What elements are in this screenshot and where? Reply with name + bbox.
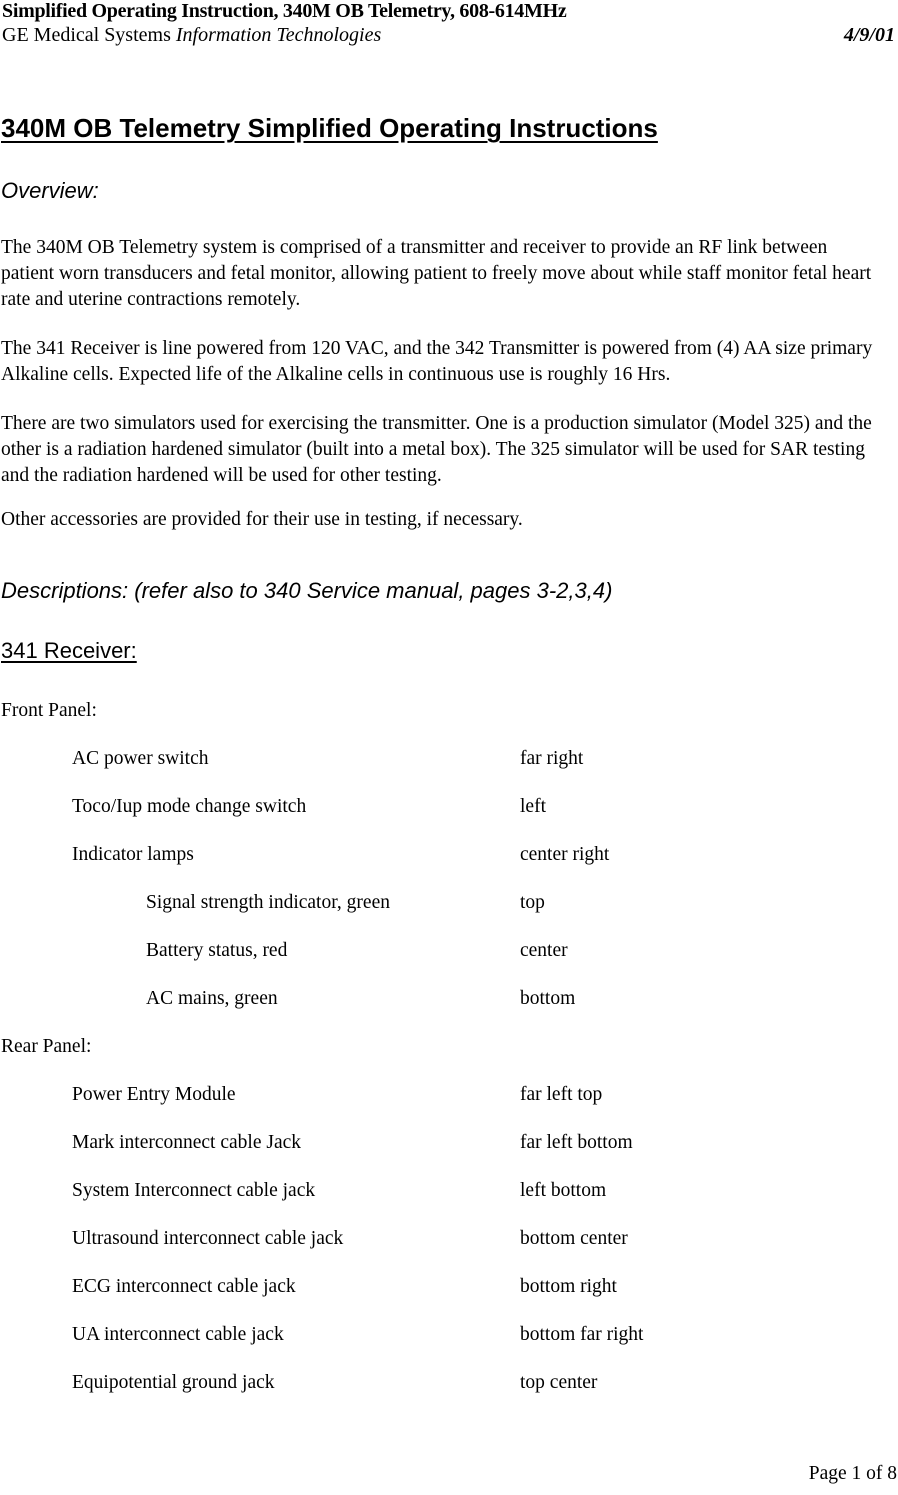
table-row: System Interconnect cable jack left bott…: [0, 1179, 898, 1203]
document-header: Simplified Operating Instruction, 340M O…: [0, 0, 898, 48]
spec-value: top center: [520, 1372, 598, 1393]
header-subtitle-line: GE Medical Systems Information Technolog…: [2, 23, 896, 48]
spec-name: System Interconnect cable jack: [72, 1180, 316, 1201]
page-number-footer: Page 1 of 8: [808, 1463, 897, 1484]
document-page: Simplified Operating Instruction, 340M O…: [0, 0, 898, 1495]
spec-value: bottom right: [520, 1276, 617, 1297]
overview-paragraph-4: Other accessories are provided for their…: [1, 508, 523, 530]
spec-name: AC power switch: [72, 748, 209, 769]
table-row: Toco/Iup mode change switch left: [0, 795, 898, 819]
table-row: UA interconnect cable jack bottom far ri…: [0, 1323, 898, 1347]
spec-name: Mark interconnect cable Jack: [72, 1132, 302, 1153]
spec-name: Toco/Iup mode change switch: [72, 796, 307, 817]
spec-value: bottom: [520, 988, 576, 1009]
spec-name: AC mains, green: [146, 988, 278, 1009]
table-row: Equipotential ground jack top center: [0, 1371, 898, 1395]
spec-name: Ultrasound interconnect cable jack: [72, 1228, 344, 1249]
header-title-line: Simplified Operating Instruction, 340M O…: [2, 0, 567, 22]
header-date: 4/9/01: [843, 24, 895, 46]
spec-value: center right: [520, 844, 610, 865]
header-organization-italic: Information Technologies: [175, 24, 382, 46]
header-organization: GE Medical Systems Information Technolog…: [2, 23, 381, 48]
overview-paragraph-2: The 341 Receiver is line powered from 12…: [1, 337, 873, 385]
spec-name: Equipotential ground jack: [72, 1372, 275, 1393]
spec-value: bottom far right: [520, 1324, 644, 1345]
spec-value: center: [520, 940, 568, 961]
section-heading-overview: Overview:: [1, 178, 99, 203]
table-row: AC mains, green bottom: [0, 987, 898, 1011]
spec-value: far right: [520, 748, 584, 769]
spec-value: top: [520, 892, 545, 913]
overview-paragraph-1: The 340M OB Telemetry system is comprise…: [1, 236, 872, 310]
section-heading-descriptions: Descriptions: (refer also to 340 Service…: [1, 578, 613, 603]
table-row: Battery status, red center: [0, 939, 898, 963]
table-row: Signal strength indicator, green top: [0, 891, 898, 915]
spec-name: UA interconnect cable jack: [72, 1324, 284, 1345]
rear-panel-label: Rear Panel:: [1, 1036, 92, 1057]
spec-value: bottom center: [520, 1228, 628, 1249]
spec-name: Battery status, red: [146, 940, 288, 961]
table-row: Power Entry Module far left top: [0, 1083, 898, 1107]
table-row: Mark interconnect cable Jack far left bo…: [0, 1131, 898, 1155]
section-heading-341-receiver: 341 Receiver:: [1, 638, 137, 663]
spec-value: left bottom: [520, 1180, 607, 1201]
spec-name: Signal strength indicator, green: [146, 892, 390, 913]
spec-name: Power Entry Module: [72, 1084, 236, 1105]
table-row: Ultrasound interconnect cable jack botto…: [0, 1227, 898, 1251]
header-organization-plain: GE Medical Systems: [2, 24, 176, 46]
front-panel-label: Front Panel:: [1, 700, 97, 721]
table-row: AC power switch far right: [0, 747, 898, 771]
spec-value: far left bottom: [520, 1132, 633, 1153]
spec-name: ECG interconnect cable jack: [72, 1276, 296, 1297]
table-row: ECG interconnect cable jack bottom right: [0, 1275, 898, 1299]
page-title: 340M OB Telemetry Simplified Operating I…: [1, 113, 658, 144]
spec-value: far left top: [520, 1084, 603, 1105]
spec-value: left: [520, 796, 546, 817]
table-row: Indicator lamps center right: [0, 843, 898, 867]
spec-name: Indicator lamps: [72, 844, 194, 865]
overview-paragraph-3: There are two simulators used for exerci…: [1, 412, 872, 486]
